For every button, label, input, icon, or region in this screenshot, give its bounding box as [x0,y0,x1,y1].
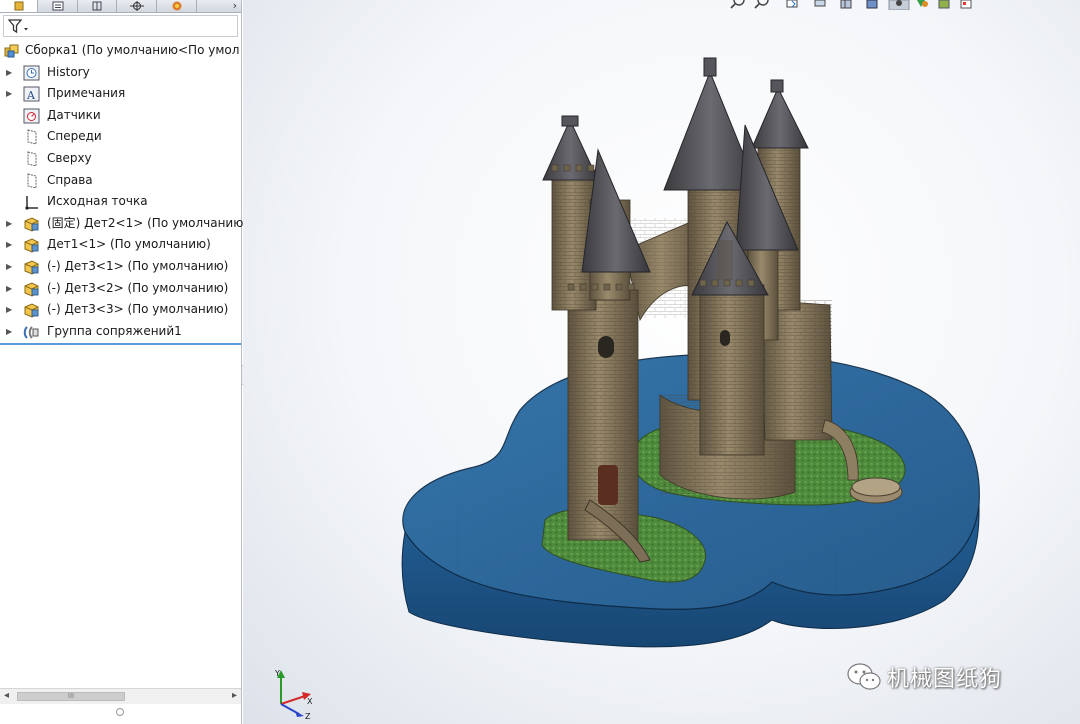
property-list-icon [52,1,63,11]
tree-item-label: (固定) Дет2<1> (По умолчанию) [47,215,249,230]
crosshair-icon [129,1,144,11]
tree-item-label: Группа сопряжений1 [47,323,182,338]
filter-icon[interactable] [8,19,32,34]
annotations-icon: A [23,86,40,102]
expand-arrow-icon[interactable]: ▶ [6,83,14,105]
triad-y-label: Y [274,669,280,678]
watermark-text: 机械图纸狗 [887,667,1003,692]
horizontal-scrollbar[interactable]: ◂ III ▸ [0,688,241,704]
tree-item[interactable]: ▶ (-) Дет3<1> (По умолчанию) [0,256,241,278]
tree-item-label: Справа [47,172,93,187]
history-icon [23,65,40,81]
feature-tree: Сборка1 (По умолчанию<По умол ▶ History ▶ A П… [0,40,248,343]
coordinate-triad: Y X Z [274,669,313,720]
tree-item-label: Дет1<1> (По умолчанию) [47,237,211,252]
tree-item-label: Примечания [47,86,126,101]
scroll-left-arrow-icon[interactable]: ◂ [4,690,9,701]
wechat-icon [847,663,881,690]
tree-root-assembly[interactable]: Сборка1 (По умолчанию<По умол [0,40,241,62]
scroll-right-arrow-icon[interactable]: ▸ [232,690,237,701]
castle-on-lake-model[interactable] [243,0,1080,724]
mates-icon [23,324,40,340]
expand-arrow-icon[interactable]: ▶ [6,299,14,321]
tab-property-manager[interactable] [38,0,78,12]
tree-item-label: Сборка1 (По умолчанию<По умол [25,43,240,57]
origin-icon [23,194,40,210]
part-icon [23,281,40,297]
tree-item-label: (-) Дет3<1> (По умолчанию) [47,258,229,273]
tree-filter-row [0,13,241,39]
part-icon [23,237,40,253]
tree-item-label: Сверху [47,150,92,165]
tab-more-chevron-icon[interactable]: › [233,0,237,12]
expand-arrow-icon[interactable]: ▶ [6,213,14,235]
feature-manager-panel: › Сборка1 (По умолчанию<По умол ▶ History ▶… [0,0,248,724]
tree-item-label: Датчики [47,107,101,122]
tree-item-label: Исходная точка [47,194,148,209]
configuration-icon [92,1,102,11]
display-manager-icon [172,1,181,11]
tree-item[interactable]: ▶ Группа сопряжений1 [0,321,241,343]
tree-item[interactable]: ▶ (-) Дет3<2> (По умолчанию) [0,278,241,300]
tree-divider[interactable] [0,343,241,345]
part-icon [23,259,40,275]
triad-z-label: Z [305,712,311,720]
plane-icon [23,172,40,189]
assembly-icon [14,1,23,11]
panel-tab-bar: › [0,0,241,13]
tree-item[interactable]: ▶ Дет1<1> (По умолчанию) [0,234,241,256]
part-icon [23,216,40,232]
scroll-thumb[interactable]: III [17,692,125,701]
tree-filter-input[interactable] [3,15,238,37]
expand-arrow-icon[interactable]: ▶ [6,321,14,343]
tab-feature-manager[interactable] [0,0,38,12]
tree-item[interactable]: Сверху [0,148,241,170]
part-icon [23,302,40,318]
tree-item[interactable]: ▶ (-) Дет3<3> (По умолчанию) [0,299,241,321]
watermark: 机械图纸狗 [847,660,1002,694]
tree-item-label: History [47,64,90,79]
tree-item[interactable]: Справа [0,170,241,192]
tree-item-label: Спереди [47,129,102,144]
expand-arrow-icon[interactable]: ▶ [6,62,14,84]
tree-item-label: (-) Дет3<3> (По умолчанию) [47,302,229,317]
tab-display-manager[interactable] [157,0,197,12]
assembly-icon [3,43,20,59]
tree-item[interactable]: ▶ History [0,62,241,84]
tree-item[interactable]: ▶ A Примечания [0,83,241,105]
tree-item[interactable]: ▶ (固定) Дет2<1> (По умолчанию) [0,213,248,235]
expand-arrow-icon[interactable]: ▶ [6,256,14,278]
tree-item-label: (-) Дет3<2> (По умолчанию) [47,280,229,295]
graphics-area[interactable]: Y X Z 机械图纸狗 [243,0,1080,724]
tree-item[interactable]: Спереди [0,126,241,148]
tab-dimxpert-manager[interactable] [117,0,157,12]
tree-item[interactable]: Датчики [0,105,241,127]
tab-configuration-manager[interactable] [78,0,117,12]
expand-arrow-icon[interactable]: ▶ [6,234,14,256]
triad-x-label: X [307,697,313,706]
sensors-icon [23,108,40,124]
expand-arrow-icon[interactable]: ▶ [6,278,14,300]
svg-text:A: A [26,89,36,102]
plane-icon [23,129,40,146]
panel-grip-icon[interactable] [116,708,124,716]
tree-item[interactable]: Исходная точка [0,191,241,213]
plane-icon [23,151,40,167]
